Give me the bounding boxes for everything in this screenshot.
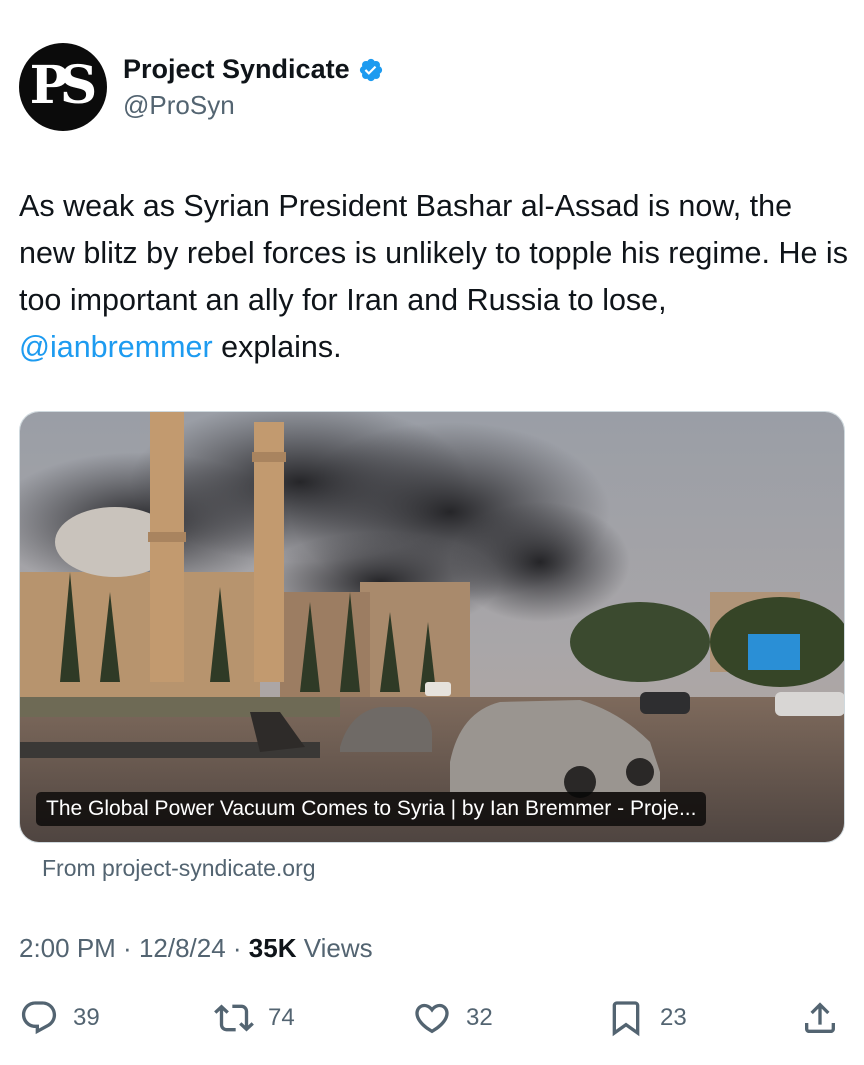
bookmark-button[interactable]: 23: [606, 995, 687, 1041]
reply-count: 39: [73, 1004, 100, 1031]
mention-link[interactable]: @ianbremmer: [19, 330, 213, 364]
action-bar: 39 74 32 23: [0, 995, 864, 1041]
link-preview-card[interactable]: The Global Power Vacuum Comes to Syria |…: [19, 411, 845, 843]
card-image: [20, 412, 844, 842]
card-domain[interactable]: From project-syndicate.org: [42, 855, 316, 882]
display-name[interactable]: Project Syndicate: [123, 54, 350, 85]
retweet-count: 74: [268, 1004, 295, 1031]
reply-icon: [19, 998, 59, 1038]
views-label: Views: [296, 933, 373, 963]
share-icon: [800, 998, 840, 1038]
author-handle[interactable]: @ProSyn: [123, 90, 235, 121]
avatar[interactable]: PS: [19, 43, 107, 131]
views-count: 35K: [248, 933, 297, 963]
reply-button[interactable]: 39: [19, 995, 100, 1041]
retweet-icon: [214, 998, 254, 1038]
share-button[interactable]: [800, 995, 840, 1041]
author-name-row: Project Syndicate: [123, 54, 384, 85]
tweet-text-body: As weak as Syrian President Bashar al-As…: [19, 189, 848, 317]
tweet-text-tail: explains.: [212, 330, 342, 364]
verified-badge-icon: [358, 57, 384, 83]
bookmark-icon: [606, 998, 646, 1038]
bookmark-count: 23: [660, 1004, 687, 1031]
avatar-logo-text: PS: [29, 54, 98, 116]
like-button[interactable]: 32: [412, 995, 493, 1041]
tweet-time[interactable]: 2:00 PM: [19, 933, 116, 963]
retweet-button[interactable]: 74: [214, 995, 295, 1041]
tweet-date[interactable]: 12/8/24: [139, 933, 226, 963]
like-count: 32: [466, 1004, 493, 1031]
meta-separator: ·: [115, 933, 139, 963]
card-title: The Global Power Vacuum Comes to Syria |…: [36, 792, 707, 826]
tweet-text: As weak as Syrian President Bashar al-As…: [19, 183, 849, 371]
tweet-meta: 2:00 PM · 12/8/24 · 35K Views: [19, 933, 373, 964]
heart-icon: [412, 998, 452, 1038]
meta-separator: ·: [225, 933, 249, 963]
